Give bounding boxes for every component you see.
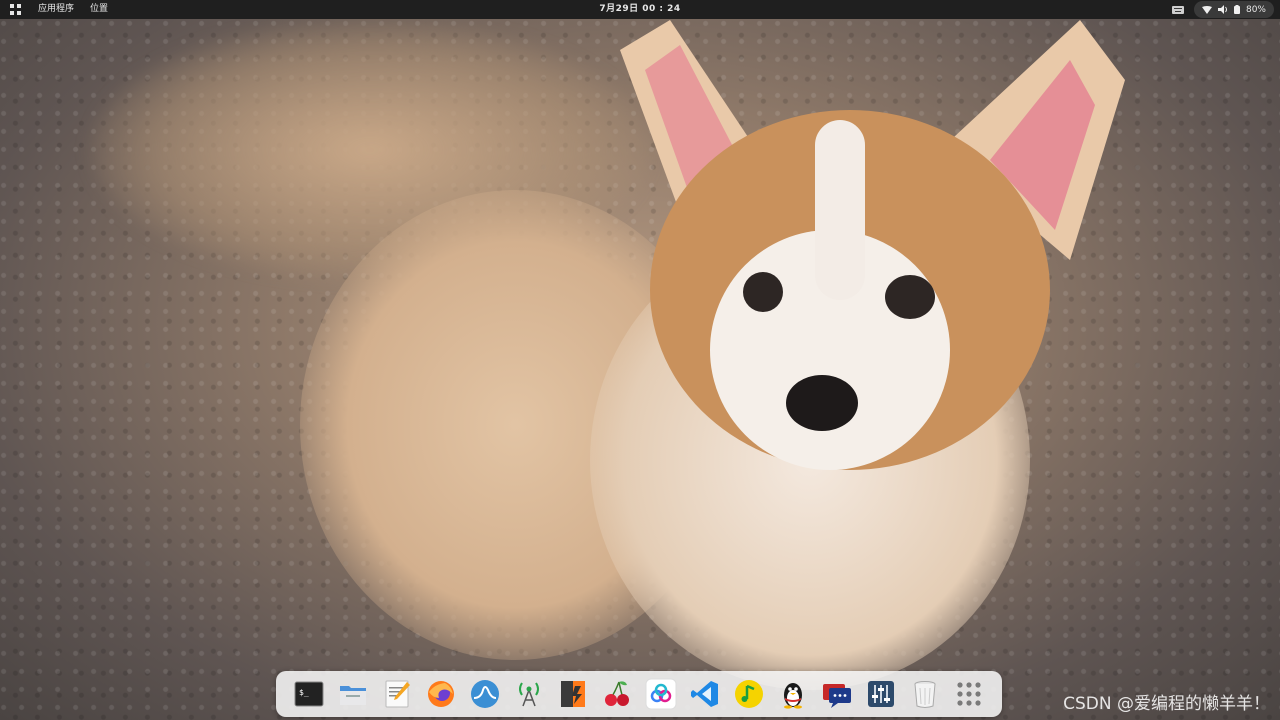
- dock-item-music[interactable]: [732, 677, 766, 711]
- app-grid-icon: [957, 682, 981, 706]
- places-menu[interactable]: 位置: [82, 0, 116, 19]
- applications-menu[interactable]: 应用程序: [30, 0, 82, 19]
- trash-icon: [914, 681, 936, 708]
- folder-icon: [340, 686, 366, 705]
- cherry-icon: [605, 681, 629, 706]
- dock-item-cherry[interactable]: [600, 677, 634, 711]
- keyboard-icon[interactable]: [1171, 5, 1184, 14]
- vscode-icon: [691, 681, 718, 707]
- volume-icon: [1217, 5, 1227, 14]
- antenna-icon: [519, 682, 539, 707]
- dock: $_: [276, 671, 1002, 717]
- activities-button[interactable]: [0, 0, 30, 19]
- clock[interactable]: 7月29日 00 : 24: [580, 0, 700, 19]
- battery-icon: [1233, 5, 1240, 14]
- dock-item-cloud-app[interactable]: [644, 677, 678, 711]
- qq-penguin-icon: [784, 683, 802, 709]
- dock-item-trash[interactable]: [908, 677, 942, 711]
- status-menu[interactable]: 80%: [1193, 1, 1274, 18]
- corgi-head: [620, 20, 1125, 470]
- music-icon: [735, 680, 763, 708]
- dock-item-mixer[interactable]: [864, 677, 898, 711]
- dock-item-system-monitor[interactable]: [468, 677, 502, 711]
- dock-item-qq[interactable]: [776, 677, 810, 711]
- desktop-wallpaper: 应用程序 位置 7月29日 00 : 24 80% $_ CSDN @爱编程的懒…: [0, 0, 1280, 720]
- dock-item-vscode[interactable]: [688, 677, 722, 711]
- dock-item-sublime-text[interactable]: [556, 677, 590, 711]
- firefox-icon: [428, 681, 454, 707]
- sublime-icon: [561, 681, 585, 707]
- dock-item-firefox[interactable]: [424, 677, 458, 711]
- svg-text:$_: $_: [299, 688, 309, 697]
- dock-item-files[interactable]: [336, 677, 370, 711]
- mixer-icon: [868, 681, 894, 707]
- app-grid-icon: [9, 4, 21, 15]
- wifi-icon: [1201, 5, 1212, 14]
- text-editor-icon: [385, 680, 410, 708]
- dock-item-show-applications[interactable]: [952, 677, 986, 711]
- cloud-app-icon: [645, 678, 677, 710]
- system-tray: 80%: [1171, 0, 1274, 19]
- dock-item-chat[interactable]: [820, 677, 854, 711]
- dock-item-network-tool[interactable]: [512, 677, 546, 711]
- battery-percent: 80%: [1245, 4, 1266, 15]
- system-monitor-icon: [471, 680, 499, 708]
- dock-item-text-editor[interactable]: [380, 677, 414, 711]
- top-bar: 应用程序 位置 7月29日 00 : 24 80%: [0, 0, 1280, 19]
- watermark-text: CSDN @爱编程的懒羊羊！: [1063, 694, 1270, 714]
- terminal-icon: $_: [294, 681, 324, 707]
- chat-icon: [823, 684, 851, 708]
- dock-item-terminal[interactable]: $_: [292, 677, 326, 711]
